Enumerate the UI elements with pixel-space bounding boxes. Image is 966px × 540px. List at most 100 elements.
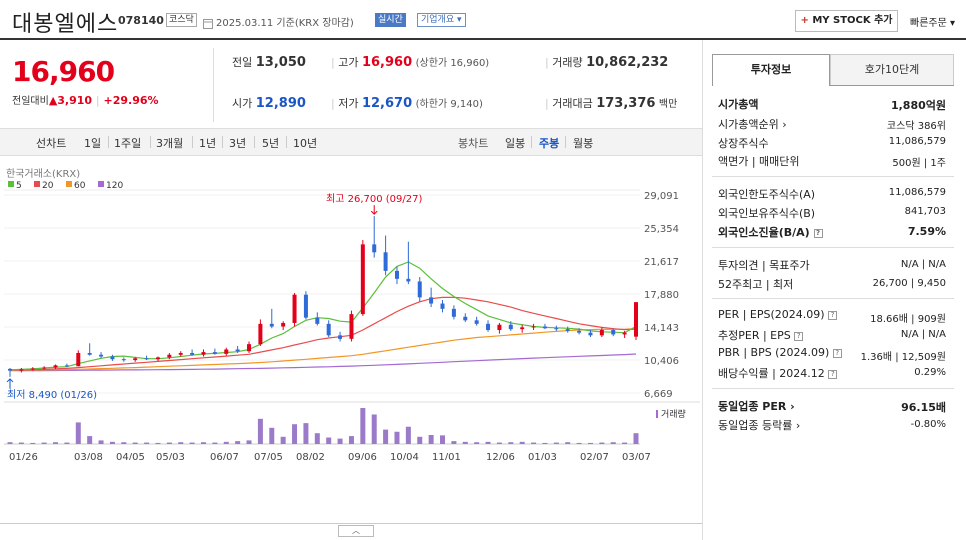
candle-body xyxy=(394,270,399,279)
candle-body xyxy=(19,369,24,371)
divider xyxy=(565,136,566,148)
candle-body xyxy=(155,357,160,360)
volume: | 거래량 10,862,232 xyxy=(545,55,669,70)
diff-label: 전일대비 xyxy=(12,96,49,107)
candle-body xyxy=(269,323,274,327)
info-icon[interactable]: ? xyxy=(832,348,842,358)
divider xyxy=(213,48,214,122)
candle-body xyxy=(486,323,491,331)
collapse-handle[interactable]: ︿ xyxy=(338,525,374,537)
prev-close-label: 전일 xyxy=(232,56,253,69)
volume-bar xyxy=(166,442,172,444)
volume-bar xyxy=(155,442,161,444)
period-3m[interactable]: 3개월 xyxy=(156,135,183,151)
tab-orderbook[interactable]: 호가10단계 xyxy=(830,54,954,86)
plus-icon: + xyxy=(800,15,809,26)
period-10y[interactable]: 10년 xyxy=(293,135,317,151)
volume-bar xyxy=(417,436,423,444)
par-value: 500원 | 1주 xyxy=(892,158,946,169)
chart-bottom-border xyxy=(0,523,702,524)
period-5y[interactable]: 5년 xyxy=(262,135,279,151)
prev-close-value: 13,050 xyxy=(255,55,306,70)
pbr-text: PBR | BPS (2024.09) xyxy=(718,346,830,359)
y-axis-ticks: 29,091 25,354 21,617 17,880 14,143 10,406 6,66… xyxy=(644,191,679,400)
y-tick-label: 21,617 xyxy=(644,257,679,268)
opinion-label: 투자의견 | 목표주가 xyxy=(718,259,810,272)
info-icon[interactable]: ? xyxy=(813,228,823,238)
candle-body xyxy=(463,316,468,321)
volume-bar xyxy=(303,423,309,444)
x-tick-label: 10/04 xyxy=(390,452,419,460)
volume-bar xyxy=(75,422,81,444)
est-per-text: 추정PER | EPS xyxy=(718,329,791,342)
volume-bar xyxy=(633,433,639,444)
candle-body xyxy=(474,320,479,324)
volume-bar xyxy=(132,442,138,444)
volume-bar xyxy=(314,433,320,444)
mcap-label: 시가총액 xyxy=(718,98,759,111)
calendar-icon xyxy=(203,14,213,29)
legend-swatch-20 xyxy=(34,181,40,187)
period-3y[interactable]: 3년 xyxy=(229,135,246,151)
sector-per-value: 96.15배 xyxy=(901,401,946,414)
divider xyxy=(712,388,954,389)
candle-body xyxy=(281,322,286,327)
info-icon[interactable]: ? xyxy=(794,331,804,341)
x-tick-label: 07/05 xyxy=(254,452,283,460)
candle-body xyxy=(292,294,297,323)
amount-unit: 백만 xyxy=(658,99,678,110)
open-price: 시가 12,890 xyxy=(232,95,306,111)
candle-body xyxy=(383,252,388,271)
sector-per-label[interactable]: 동일업종 PER › xyxy=(718,398,795,414)
candle-body xyxy=(565,329,570,331)
sector-rate-label[interactable]: 동일업종 등락률 › xyxy=(718,417,800,433)
low-value: 12,670 xyxy=(361,96,413,111)
period-1y[interactable]: 1년 xyxy=(199,135,216,151)
prev-close: 전일 13,050 xyxy=(232,54,306,70)
info-icon[interactable]: ? xyxy=(828,310,838,320)
x-tick-label: 06/07 xyxy=(210,452,239,460)
volume-bar xyxy=(212,442,218,444)
y-tick-label: 6,669 xyxy=(644,389,673,400)
dividend-label: 배당수익률 | 2024.12 ? xyxy=(718,365,838,381)
candle-body xyxy=(497,324,502,331)
x-tick-label: 03/08 xyxy=(74,452,103,460)
period-1d[interactable]: 1일 xyxy=(84,135,101,151)
base-date: 2025.03.11 기준(KRX 장마감) xyxy=(216,18,354,29)
diff-percent: +29.96% xyxy=(103,94,159,107)
legend-swatch-60 xyxy=(66,181,72,187)
stock-chart: 한국거래소(KRX) 5 20 60 120 29,09125,35421,61717… xyxy=(4,168,700,460)
corp-overview-button[interactable]: 기업개요 ▾ xyxy=(417,13,466,27)
period-1w[interactable]: 1주일 xyxy=(114,135,141,151)
candle-body xyxy=(8,368,12,371)
candle-body xyxy=(99,354,104,357)
candle-body xyxy=(542,326,547,329)
high-arrow-icon xyxy=(370,205,378,215)
my-stock-add-button[interactable]: + MY STOCK 추가 xyxy=(795,10,898,32)
volume-bar xyxy=(200,442,206,444)
candle-monthly[interactable]: 월봉 xyxy=(573,135,593,151)
realtime-badge[interactable]: 실시간 xyxy=(375,13,406,27)
tab-invest-info[interactable]: 투자정보 xyxy=(712,54,830,86)
foreign-limit-value: 11,086,579 xyxy=(888,187,946,198)
volume-legend-swatch xyxy=(656,410,658,418)
volume-bar xyxy=(383,429,389,444)
legend-swatch-5 xyxy=(8,181,14,187)
candle-body xyxy=(349,314,354,339)
volume-bar xyxy=(496,442,502,444)
quick-order-button[interactable]: 빠른주문 ▾ xyxy=(910,14,955,29)
info-icon[interactable]: ? xyxy=(828,369,838,379)
candle-body xyxy=(440,303,445,309)
mcap-rank-label[interactable]: 시가총액순위 › xyxy=(718,116,787,132)
candle-weekly[interactable]: 주봉 xyxy=(539,135,559,151)
candle-body xyxy=(178,352,183,355)
volume-bar xyxy=(360,408,366,444)
current-price: 16,960 xyxy=(12,55,115,88)
divider xyxy=(254,136,255,148)
candle-daily[interactable]: 일봉 xyxy=(505,135,525,151)
candle-body xyxy=(554,328,559,330)
candle-body xyxy=(520,327,525,330)
candle-body xyxy=(577,330,582,333)
candle-body xyxy=(190,352,195,355)
volume-bar xyxy=(257,418,263,444)
